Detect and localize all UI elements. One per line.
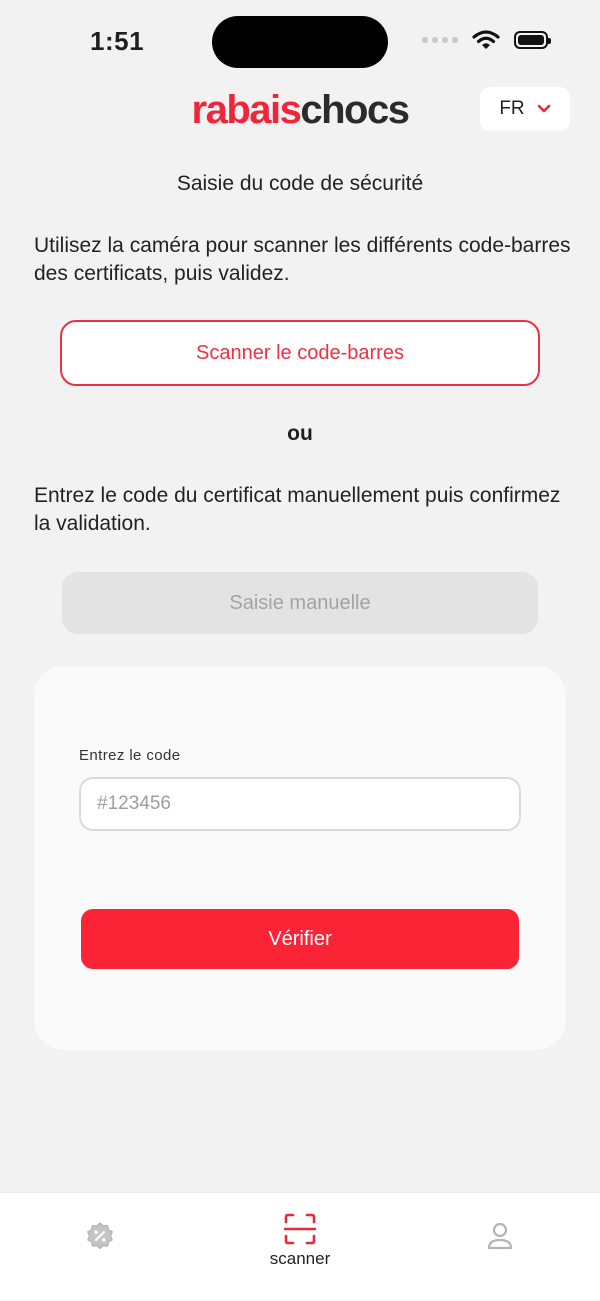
logo-part-2: chocs [300, 88, 410, 132]
bottom-nav: scanner [0, 1192, 600, 1300]
discount-badge-icon [87, 1222, 113, 1250]
user-icon [487, 1222, 513, 1250]
status-icons [422, 30, 551, 50]
page-title: Saisie du code de sécurité [176, 172, 424, 195]
dynamic-island [212, 16, 388, 68]
nav-item-profile[interactable] [470, 1193, 530, 1301]
code-entry-card: Entrez le code Vérifier [34, 666, 566, 1050]
scan-icon [284, 1213, 316, 1245]
nav-item-deals[interactable] [70, 1193, 130, 1301]
scan-instructions: Utilisez la caméra pour scanner les diff… [34, 234, 571, 285]
scan-barcode-button[interactable]: Scanner le code-barres [60, 320, 540, 386]
nav-item-scanner[interactable]: scanner [250, 1193, 350, 1301]
verify-button[interactable]: Vérifier [81, 909, 519, 969]
language-selector[interactable]: FR [480, 87, 570, 131]
manual-instructions: Entrez le code du certificat manuellemen… [34, 484, 561, 535]
battery-icon [514, 31, 551, 49]
language-label: FR [499, 98, 525, 119]
chevron-down-icon [537, 104, 550, 113]
logo-part-1: rabais [191, 88, 302, 132]
code-input[interactable] [79, 777, 521, 831]
cellular-signal-icon [422, 37, 458, 43]
status-bar: 1:51 [0, 0, 600, 80]
nav-label-scanner: scanner [269, 1249, 331, 1268]
wifi-icon [472, 30, 500, 49]
status-time: 1:51 [90, 26, 145, 56]
manual-entry-button[interactable]: Saisie manuelle [62, 572, 538, 634]
separator-text: ou [287, 422, 313, 445]
code-field-label: Entrez le code [79, 747, 181, 764]
